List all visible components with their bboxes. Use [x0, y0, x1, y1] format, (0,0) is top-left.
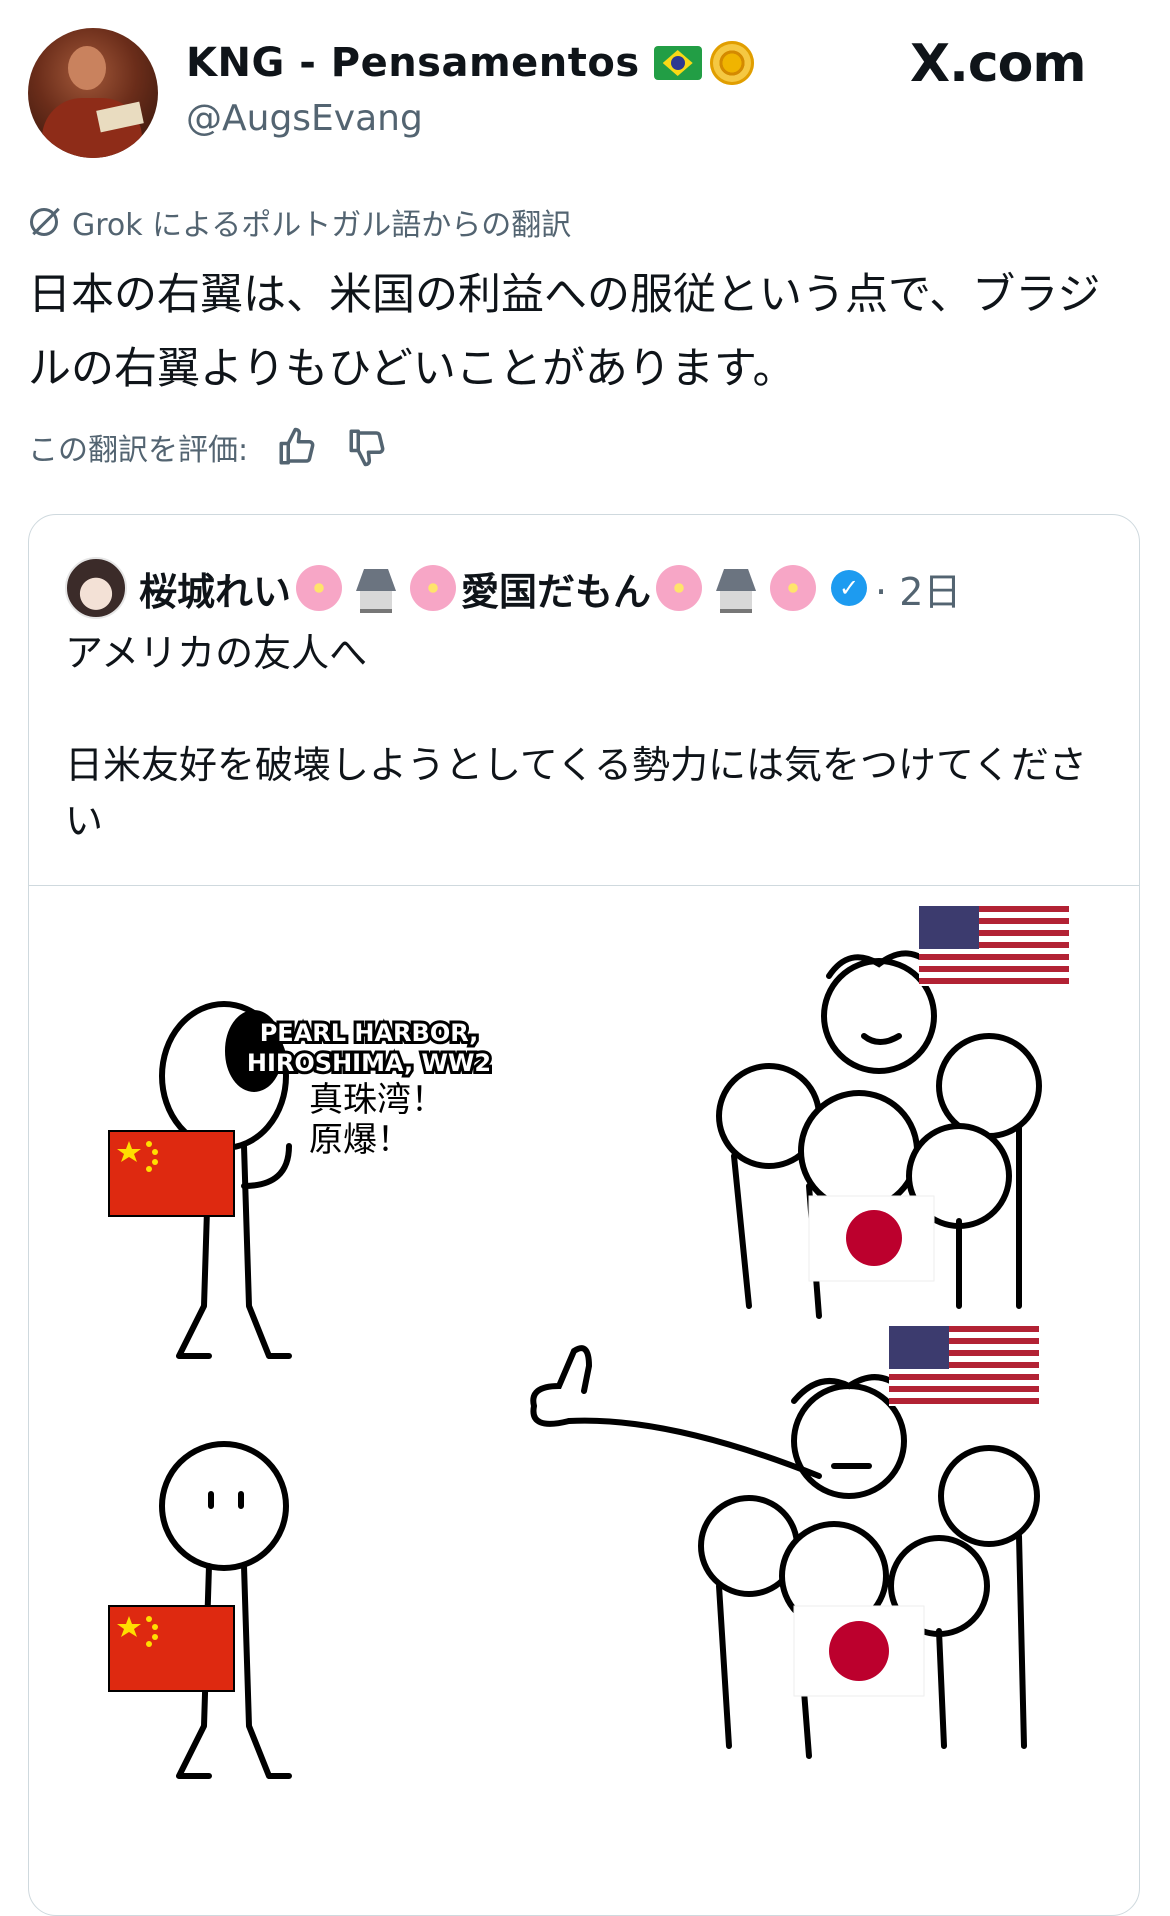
caption-jp-line2: 原爆！: [309, 1120, 411, 1160]
us-flag-bottom: [889, 1326, 1039, 1406]
author-display-name[interactable]: KNG - Pensamentos: [186, 40, 754, 86]
china-flag-top: [108, 1130, 235, 1217]
caption-jp-line1: 真珠湾！: [309, 1080, 445, 1120]
brand-logo: X.com: [910, 34, 1087, 94]
author-avatar[interactable]: [28, 28, 158, 158]
castle-emoji: [352, 565, 400, 613]
castle-emoji: [712, 565, 760, 613]
quoted-post-date[interactable]: · 2日: [875, 561, 961, 616]
us-flag-top: [919, 906, 1069, 986]
verified-badge-icon: ✓: [831, 570, 868, 606]
quoted-post-header: 桜城れい 愛国だもん ✓ · 2日: [65, 557, 961, 619]
author-handle[interactable]: @AugsEvang: [186, 98, 423, 139]
thumbs-up-icon[interactable]: [276, 426, 318, 468]
post-header: KNG - Pensamentos @AugsEvang X.com: [0, 0, 1170, 190]
quoted-author-avatar[interactable]: [65, 557, 127, 619]
japan-flag-bottom: [793, 1605, 925, 1697]
caption-en-line1: PEARL HARBOR,: [260, 1019, 479, 1047]
translation-label: Grok によるポルトガル語からの翻訳: [72, 208, 572, 243]
thumbs-down-icon[interactable]: [346, 426, 388, 468]
sakura-emoji: [770, 565, 817, 611]
japan-flag-top: [808, 1195, 935, 1282]
translated-post-text: 日本の右翼は、米国の利益への服従という点で、ブラジルの右翼よりもひどいことがあり…: [28, 270, 1101, 394]
sakura-emoji: [656, 565, 703, 611]
sakura-emoji: [296, 565, 343, 611]
translation-attribution: Grok によるポルトガル語からの翻訳: [28, 200, 571, 244]
meme-image[interactable]: PEARL HARBOR, HIROSHIMA, WW2 真珠湾！ 原爆！: [29, 885, 1139, 1915]
quoted-post-card[interactable]: 桜城れい 愛国だもん ✓ · 2日 アメリカの友人へ 日米友好を破壊しようとして…: [28, 514, 1140, 1916]
brazil-flag-emoji: [653, 46, 702, 80]
grok-icon: [28, 206, 60, 238]
sakura-emoji: [410, 565, 457, 611]
rate-translation: この翻訳を評価:: [28, 425, 388, 469]
quoted-author-name-part1: 桜城れい: [139, 569, 292, 614]
caption-en-line2: HIROSHIMA, WW2: [247, 1049, 491, 1077]
quoted-post-text: アメリカの友人へ 日米友好を破壊しようとしてくる勢力には気をつけてください: [65, 631, 1087, 843]
china-flag-bottom: [108, 1605, 235, 1692]
emblem-emoji: [709, 41, 754, 85]
rate-label: この翻訳を評価:: [28, 433, 249, 468]
quoted-author-name-part2: 愛国だもん: [461, 569, 652, 614]
meme-drawing: PEARL HARBOR, HIROSHIMA, WW2 真珠湾！ 原爆！: [108, 906, 1069, 1779]
author-name-text: KNG - Pensamentos: [186, 40, 640, 86]
